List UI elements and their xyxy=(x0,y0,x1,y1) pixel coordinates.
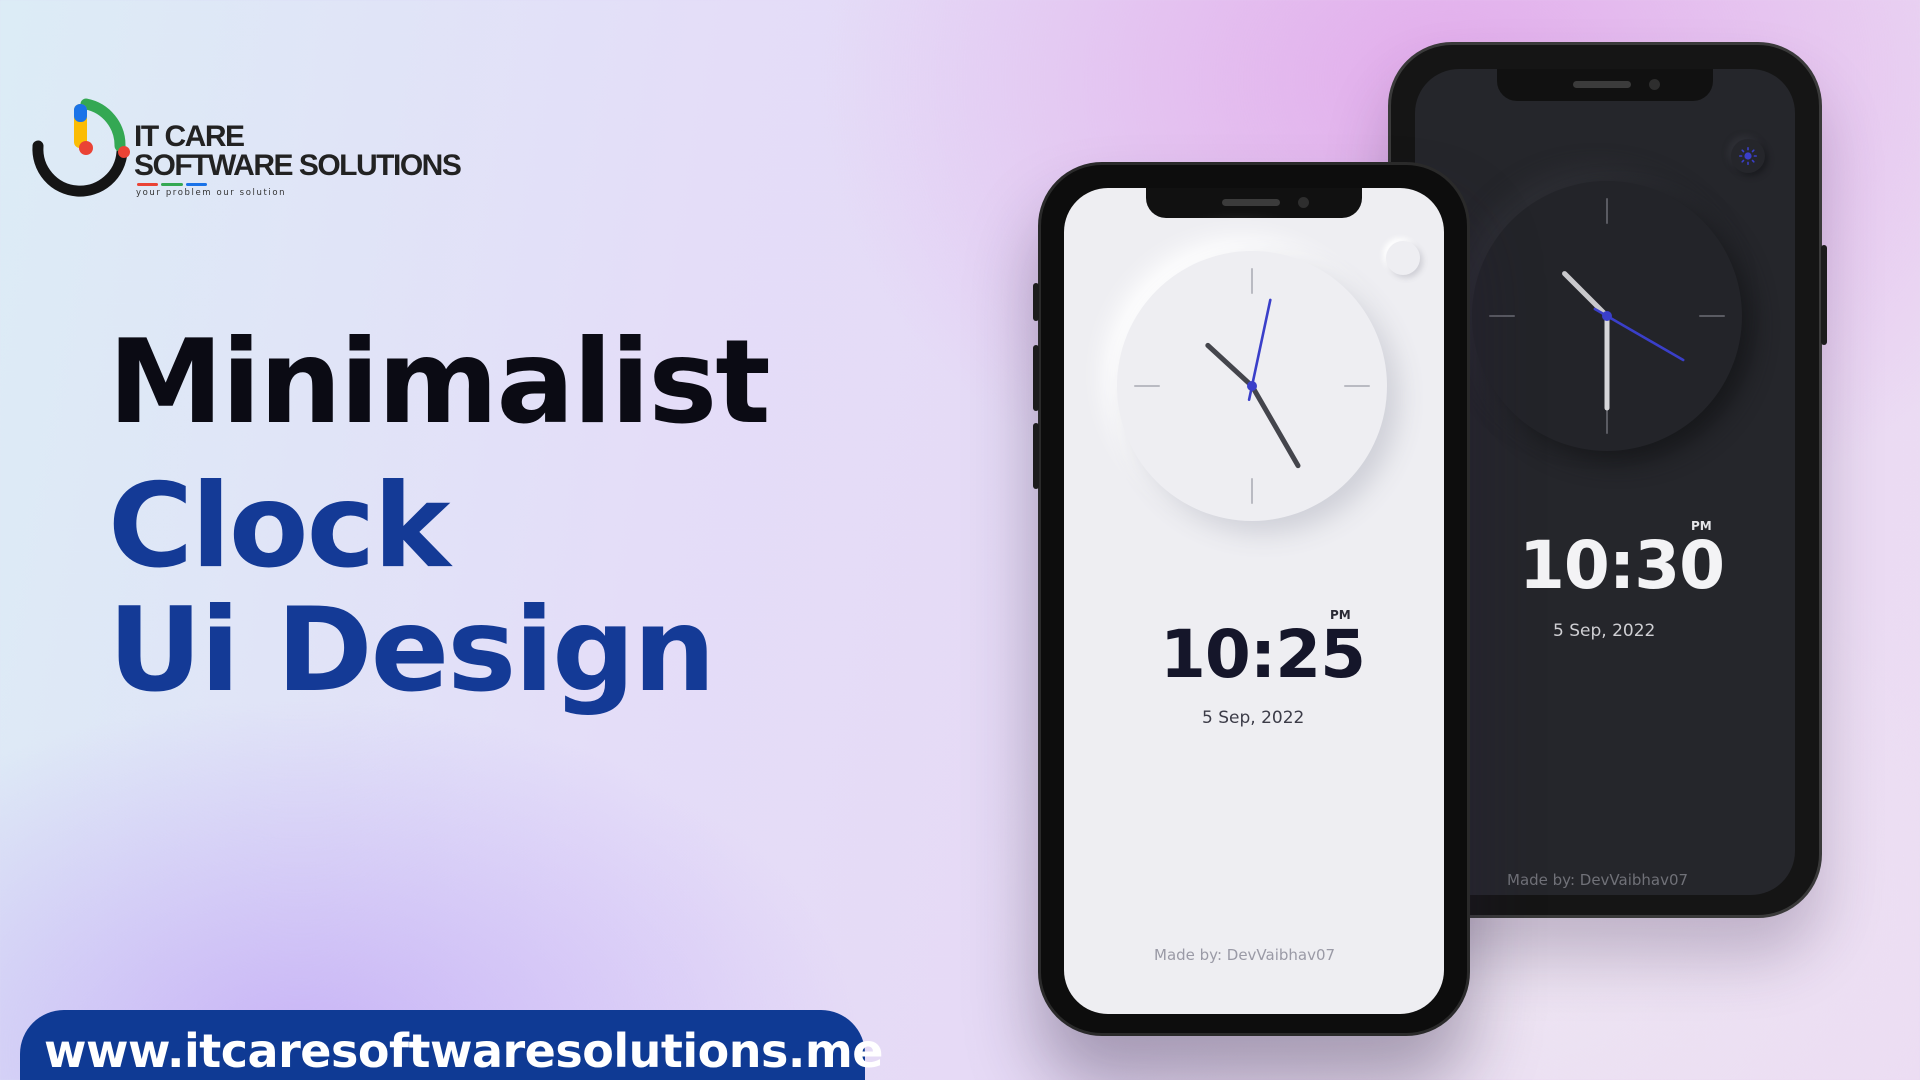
logo-text-line2: SOFTWARE SOLUTIONS xyxy=(134,149,462,182)
analog-clock-dark xyxy=(1472,181,1742,451)
hour-hand xyxy=(1562,271,1610,319)
front-camera xyxy=(1298,197,1309,208)
minute-hand xyxy=(1249,383,1301,469)
phone-notch xyxy=(1146,188,1362,218)
company-logo[interactable]: IT CARE SOFTWARE SOLUTIONS your problem … xyxy=(16,94,516,214)
speaker-grille xyxy=(1573,81,1631,88)
theme-toggle-button[interactable] xyxy=(1731,139,1765,173)
phone-power-button xyxy=(1821,245,1827,345)
moon-icon xyxy=(1397,252,1408,264)
speaker-grille xyxy=(1222,199,1280,206)
logo-tagline: your problem our solution xyxy=(136,188,287,198)
phone-notch xyxy=(1497,69,1713,101)
front-camera xyxy=(1649,79,1660,90)
phone-volume-down-button xyxy=(1033,423,1039,489)
headline-line1: Minimalist xyxy=(108,315,771,450)
sun-icon xyxy=(1738,146,1758,166)
headline-line3: Ui Design xyxy=(108,583,716,718)
phone-mute-switch xyxy=(1033,283,1039,321)
ampm-label-dark: PM xyxy=(1691,519,1712,533)
analog-clock-light xyxy=(1117,251,1387,521)
logo-color-bars xyxy=(137,183,207,187)
website-url-link[interactable]: www.itcaresoftwaresolutions.me xyxy=(44,1024,883,1078)
website-url-banner[interactable]: www.itcaresoftwaresolutions.me xyxy=(20,1010,883,1080)
ampm-label-light: PM xyxy=(1330,608,1351,622)
phone-light-screen: 10:25 PM 5 Sep, 2022 Made by: DevVaibhav… xyxy=(1064,188,1444,1014)
logo-mark-icon xyxy=(32,98,130,197)
date-label-dark: 5 Sep, 2022 xyxy=(1553,621,1656,641)
hour-hand xyxy=(1205,342,1255,389)
headline-line2: Clock xyxy=(108,459,450,594)
headline: Minimalist Clock Ui Design xyxy=(108,315,771,718)
credit-label-light: Made by: DevVaibhav07 xyxy=(1154,946,1336,964)
phone-dark-screen: 10:30 PM 5 Sep, 2022 Made by: DevVaibhav… xyxy=(1415,69,1795,895)
clock-dial xyxy=(1489,198,1725,434)
phone-light-mockup: 10:25 PM 5 Sep, 2022 Made by: DevVaibhav… xyxy=(1033,162,1470,1036)
digital-time-dark: 10:30 xyxy=(1519,527,1725,604)
date-label-light: 5 Sep, 2022 xyxy=(1202,708,1305,728)
credit-label-dark: Made by: DevVaibhav07 xyxy=(1507,871,1689,889)
phone-volume-up-button xyxy=(1033,345,1039,411)
theme-toggle-button[interactable] xyxy=(1386,241,1420,275)
clock-dial xyxy=(1134,268,1370,504)
digital-time-light: 10:25 xyxy=(1160,616,1366,693)
